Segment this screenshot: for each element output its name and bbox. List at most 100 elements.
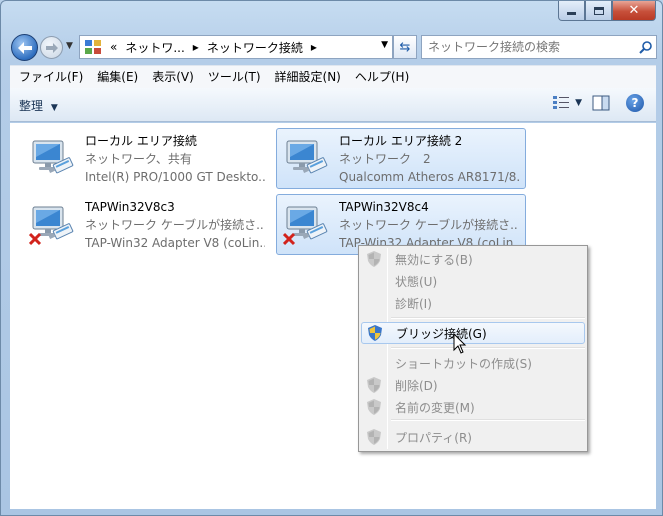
network-adapter-icon [32, 140, 74, 174]
address-bar[interactable]: « ネットワ... ▸ ネットワーク接続 ▸ ▼ [79, 35, 393, 59]
search-icon[interactable] [634, 40, 656, 54]
connection-item[interactable]: ローカル エリア接続 ネットワーク、共有 Intel(R) PRO/1000 G… [22, 128, 272, 189]
connection-text: ローカル エリア接続 2 ネットワーク 2 Qualcomm Atheros A… [339, 132, 519, 186]
organize-label: 整理 [19, 99, 44, 113]
back-button[interactable] [11, 34, 38, 61]
uac-shield-icon [367, 251, 381, 267]
breadcrumb-separator-icon[interactable]: ▸ [193, 40, 199, 54]
menu-item-label: 診断(I) [395, 296, 432, 311]
forward-button[interactable] [40, 36, 63, 59]
connection-adapter: Intel(R) PRO/1000 GT Deskto... [85, 170, 265, 184]
disconnected-icon [282, 232, 296, 246]
menu-item-label: 削除(D) [395, 378, 438, 393]
breadcrumb-separator-icon[interactable]: ▸ [311, 40, 317, 54]
connection-status: ネットワーク ケーブルが接続さ... [339, 218, 519, 232]
connection-name: ローカル エリア接続 2 [339, 134, 463, 148]
back-arrow-icon [17, 41, 32, 54]
menu-item-label: 名前の変更(M) [395, 400, 475, 415]
recent-pages-dropdown[interactable]: ▼ [66, 41, 73, 51]
network-adapter-icon [286, 140, 328, 174]
connection-text: TAPWin32V8c4 ネットワーク ケーブルが接続さ... TAP-Win3… [339, 198, 519, 252]
views-dropdown-icon[interactable]: ▼ [575, 98, 582, 108]
connection-text: ローカル エリア接続 ネットワーク、共有 Intel(R) PRO/1000 G… [85, 132, 265, 186]
network-adapter-icon-wrapper [28, 201, 77, 249]
maximize-button[interactable] [585, 1, 612, 21]
menu-view[interactable]: 表示(V) [145, 67, 201, 87]
uac-shield-icon [367, 377, 381, 393]
breadcrumb-overflow[interactable]: « [110, 40, 117, 54]
connection-name: TAPWin32V8c4 [339, 200, 429, 214]
context-menu: 無効にする(B) 状態(U) 診断(I) ブリッジ接続(G) ショートカットの作… [358, 245, 588, 452]
close-button[interactable]: ✕ [612, 1, 656, 21]
connection-adapter: TAP-Win32 Adapter V8 (coLin... [85, 236, 265, 250]
context-delete-menu-item[interactable]: 削除(D) [361, 374, 585, 396]
uac-shield-icon [367, 429, 381, 445]
menu-item-icon-slot [361, 248, 387, 270]
refresh-button[interactable]: ⇆ [393, 35, 417, 59]
connection-name: ローカル エリア接続 [85, 134, 197, 148]
breadcrumb-network-connections[interactable]: ネットワーク接続 [207, 39, 303, 56]
network-adapter-icon-wrapper [283, 135, 331, 183]
context-menu-separator [391, 317, 585, 319]
network-adapter-icon-wrapper [282, 201, 331, 249]
menu-advanced[interactable]: 詳細設定(N) [268, 67, 348, 87]
breadcrumb: « ネットワ... ▸ ネットワーク接続 ▸ [106, 39, 321, 56]
organize-button[interactable]: 整理 ▼ [19, 97, 58, 114]
context-diagnose-menu-item[interactable]: 診断(I) [361, 292, 585, 314]
connection-name: TAPWin32V8c3 [85, 200, 175, 214]
minimize-icon [567, 12, 576, 15]
connection-status: ネットワーク 2 [339, 152, 431, 166]
menu-bar: ファイル(F) 編集(E) 表示(V) ツール(T) 詳細設定(N) ヘルプ(H… [10, 65, 656, 88]
context-menu-separator [391, 347, 585, 349]
menu-item-label: ショートカットの作成(S) [395, 356, 532, 371]
uac-shield-icon [367, 399, 381, 415]
connection-item[interactable]: TAPWin32V8c3 ネットワーク ケーブルが接続さ... TAP-Win3… [22, 194, 272, 255]
menu-item-label: 無効にする(B) [395, 252, 473, 267]
chevron-down-icon: ▼ [50, 103, 58, 113]
connection-text: TAPWin32V8c3 ネットワーク ケーブルが接続さ... TAP-Win3… [85, 198, 265, 252]
change-view-button[interactable] [551, 94, 571, 112]
context-status-menu-item[interactable]: 状態(U) [361, 270, 585, 292]
help-button[interactable]: ? [626, 94, 644, 112]
context-properties-menu-item[interactable]: プロパティ(R) [361, 426, 585, 448]
uac-shield-icon [368, 325, 382, 341]
refresh-icon: ⇆ [399, 39, 411, 55]
context-bridge-connections-menu-item[interactable]: ブリッジ接続(G) [361, 322, 585, 344]
menu-tools[interactable]: ツール(T) [201, 67, 268, 87]
search-box [421, 35, 657, 59]
menu-item-label: 状態(U) [395, 274, 438, 289]
context-rename-menu-item[interactable]: 名前の変更(M) [361, 396, 585, 418]
menu-item-icon-slot [361, 352, 387, 374]
menu-edit[interactable]: 編集(E) [90, 67, 145, 87]
explorer-window: ✕ ▼ « ネットワ... ▸ ネットワーク接続 ▸ ▼ ⇆ ネットワーク接続の… [0, 0, 663, 516]
network-adapter-icon [28, 206, 74, 246]
views-icon [553, 96, 570, 109]
menu-item-icon-slot [362, 322, 388, 344]
menu-item-label: ブリッジ接続(G) [396, 326, 487, 341]
menu-file[interactable]: ファイル(F) [12, 67, 90, 87]
preview-pane-icon[interactable] [592, 95, 610, 111]
close-icon: ✕ [628, 3, 640, 18]
address-dropdown-icon[interactable]: ▼ [381, 40, 388, 50]
search-input[interactable] [422, 40, 634, 54]
mouse-cursor-icon [453, 333, 467, 354]
navigation-bar: ▼ « ネットワ... ▸ ネットワーク接続 ▸ ▼ ⇆ [9, 31, 657, 63]
context-menu-separator [391, 419, 585, 421]
menu-item-label: プロパティ(R) [395, 430, 472, 445]
connection-item[interactable]: ローカル エリア接続 2 ネットワーク 2 Qualcomm Atheros A… [276, 128, 526, 189]
context-disable-menu-item[interactable]: 無効にする(B) [361, 248, 585, 270]
menu-item-icon-slot [361, 292, 387, 314]
menu-item-icon-slot [361, 270, 387, 292]
connection-status: ネットワーク ケーブルが接続さ... [85, 218, 265, 232]
command-bar: 整理 ▼ ▼ ? [10, 88, 656, 122]
context-create-shortcut-menu-item[interactable]: ショートカットの作成(S) [361, 352, 585, 374]
command-bar-right: ▼ ? [551, 94, 644, 112]
connection-adapter: Qualcomm Atheros AR8171/8... [339, 170, 519, 184]
network-adapter-icon-wrapper [29, 135, 77, 183]
disconnected-icon [28, 232, 42, 246]
maximize-icon [593, 6, 604, 15]
menu-help[interactable]: ヘルプ(H) [348, 67, 416, 87]
minimize-button[interactable] [558, 1, 585, 21]
menu-item-icon-slot [361, 396, 387, 418]
breadcrumb-network[interactable]: ネットワ... [125, 39, 184, 56]
